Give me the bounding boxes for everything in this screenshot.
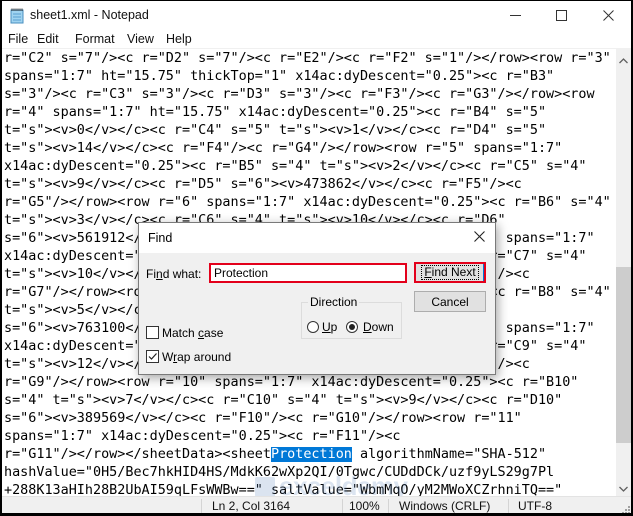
- label-part: Fi: [146, 267, 156, 281]
- match-case-label[interactable]: Match case: [162, 326, 223, 340]
- status-bar: Ln 2, Col 3164 100% Windows (CRLF) UTF-8: [2, 496, 631, 513]
- line-text: algorithmName="SHA-512": [351, 447, 547, 462]
- label-part: Match: [162, 326, 199, 340]
- wrap-around-label[interactable]: Wrap around: [162, 350, 231, 364]
- scroll-down-button[interactable]: [616, 479, 631, 496]
- menu-edit[interactable]: Edit: [36, 32, 60, 46]
- maximize-button[interactable]: [538, 1, 584, 30]
- editor-line: spans="1:7" x14ac:dyDescent="0.25"><c r=…: [4, 429, 401, 444]
- scroll-up-button[interactable]: [616, 51, 631, 68]
- direction-up-label[interactable]: Up: [322, 320, 337, 334]
- status-separator: [342, 499, 343, 513]
- accelerator-key: n: [156, 267, 163, 281]
- line-text: r="G11"/></row></sheetData><sheet: [4, 447, 271, 462]
- editor-line: spans="1:7" ht="15.75" thickTop="1" x14a…: [4, 69, 555, 84]
- notepad-icon: [10, 8, 24, 24]
- scroll-thumb[interactable]: [616, 267, 631, 443]
- match-case-checkbox[interactable]: [146, 326, 159, 339]
- direction-down-radio[interactable]: [346, 321, 358, 333]
- direction-up-radio[interactable]: [307, 321, 319, 333]
- accelerator-key: F: [424, 265, 432, 279]
- cursor-position: Ln 2, Col 3164: [212, 499, 291, 513]
- maximize-icon: [555, 10, 567, 21]
- close-icon: [602, 10, 614, 21]
- label-part: d what:: [162, 267, 202, 281]
- find-next-label: Find Next: [421, 265, 479, 280]
- watermark-text: exceldemy: [279, 471, 408, 496]
- line-ending: Windows (CRLF): [399, 499, 491, 513]
- close-icon: [473, 231, 485, 245]
- status-separator: [388, 499, 389, 513]
- watermark: exceldemy: [255, 471, 408, 496]
- editor-line: s="6"><v>389569</v></c><c r="F10"/><c r=…: [4, 411, 522, 426]
- zoom-level: 100%: [349, 499, 380, 513]
- label-part: W: [162, 350, 174, 364]
- label-part: ap around: [177, 350, 232, 364]
- editor-line: s="4" t="s"><v>7</v></c><c r="C10" s="4"…: [4, 393, 563, 408]
- editor-line: r="G5"/></row><row r="6" spans="1:7" x14…: [4, 195, 611, 210]
- editor-line: r="C2" s="7"/><c r="D2" s="7"/><c r="E2"…: [4, 51, 611, 66]
- editor-line: t="s"><v>9</v></c><c r="D5" s="6"><v>473…: [4, 177, 522, 192]
- label-part: ase: [204, 326, 224, 340]
- chevron-down-icon: [619, 481, 628, 495]
- menu-view[interactable]: View: [126, 32, 155, 46]
- editor-line: t="s"><v>0</v></c><c r="C4" s="5" t="s">…: [4, 123, 547, 138]
- label-part: own: [371, 320, 394, 334]
- editor-line: t="s"><v>14</v></c><c r="F4"/><c r="G4"/…: [4, 141, 563, 156]
- editor-line: s="3"/><c r="C3" s="3"/><c r="D3" s="3"/…: [4, 87, 595, 102]
- find-what-label: Find what:: [146, 267, 201, 281]
- find-what-input[interactable]: Protection: [209, 263, 407, 283]
- menu-bar: File Edit Format View Help: [2, 30, 631, 49]
- title-bar[interactable]: sheet1.xml - Notepad: [2, 1, 631, 30]
- editor-line: r="G9"/></row><row r="10" spans="1:7" x1…: [4, 375, 579, 390]
- editor-line: x14ac:dyDescent="0.25"><c r="B5" s="4" t…: [4, 159, 587, 174]
- selected-match: Protection: [270, 447, 352, 462]
- encoding: UTF-8: [518, 499, 552, 513]
- notepad-window: sheet1.xml - Notepad File Edit Format Vi…: [2, 1, 631, 513]
- minimize-button[interactable]: [492, 1, 538, 30]
- accelerator-key: D: [363, 320, 372, 334]
- menu-file[interactable]: File: [7, 32, 29, 46]
- label-part: ind Next: [431, 265, 476, 279]
- menu-format[interactable]: Format: [74, 32, 116, 46]
- window-title: sheet1.xml - Notepad: [30, 8, 149, 22]
- checkmark-icon: [148, 353, 157, 360]
- menu-help[interactable]: Help: [165, 32, 193, 46]
- find-dialog-title-bar[interactable]: Find: [139, 223, 495, 253]
- find-next-button[interactable]: Find Next: [414, 262, 486, 283]
- label-part: p: [330, 320, 338, 334]
- vertical-scrollbar[interactable]: [616, 49, 631, 496]
- status-separator: [508, 499, 509, 513]
- direction-label: Direction: [308, 295, 360, 309]
- accelerator-key: U: [322, 320, 331, 334]
- direction-down-label[interactable]: Down: [363, 320, 394, 334]
- watermark-logo-icon: [255, 477, 275, 496]
- find-dialog-title: Find: [148, 231, 173, 245]
- editor-line: r="4" spans="1:7" ht="15.75" x14ac:dyDes…: [4, 105, 547, 120]
- close-button[interactable]: [585, 1, 631, 30]
- find-dialog: Find Find what: Protection Find Next Can…: [138, 222, 496, 375]
- chevron-up-icon: [619, 53, 628, 67]
- editor-line: r="G11"/></row></sheetData><sheetProtect…: [4, 446, 611, 464]
- find-dialog-close-button[interactable]: [469, 228, 489, 248]
- wrap-around-checkbox[interactable]: [146, 350, 159, 363]
- resize-grip-icon[interactable]: [620, 503, 630, 513]
- status-separator: [201, 499, 202, 513]
- minimize-icon: [509, 10, 521, 21]
- cancel-button[interactable]: Cancel: [414, 291, 486, 312]
